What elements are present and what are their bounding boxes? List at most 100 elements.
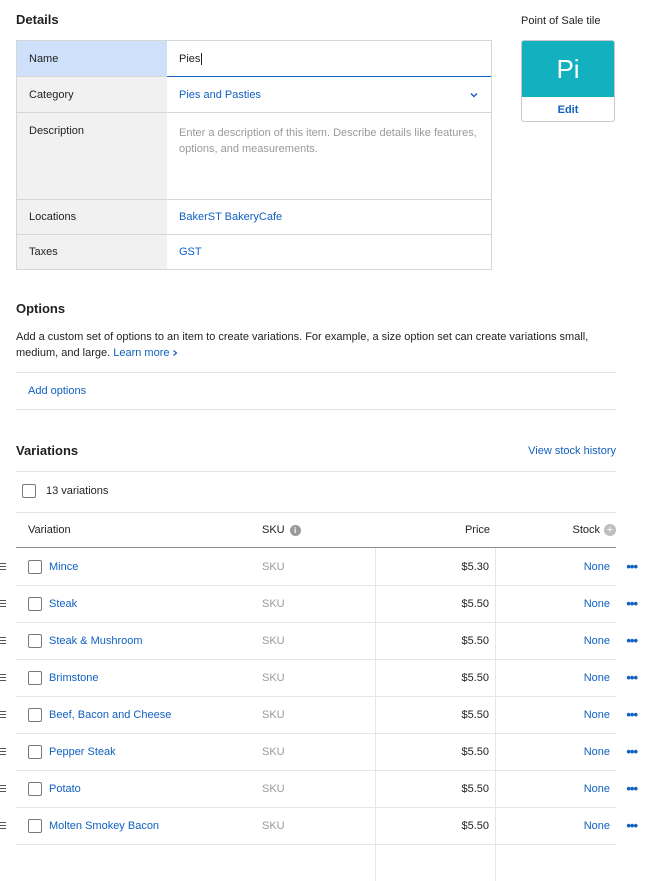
name-row: Name Pies [17,41,491,77]
variation-cell: Steak & Mushroom [16,622,256,659]
variation-name[interactable]: Beef, Bacon and Cheese [49,709,171,721]
options-description-text: Add a custom set of options to an item t… [16,331,589,359]
drag-handle-icon[interactable] [0,711,6,718]
name-value: Pies [179,52,201,65]
category-row[interactable]: Category Pies and Pasties [17,77,491,113]
more-options-icon[interactable]: ••• [626,596,638,611]
options-description: Add a custom set of options to an item t… [16,329,606,361]
drag-handle-icon[interactable] [0,785,6,792]
description-input[interactable]: Enter a description of this item. Descri… [167,113,491,199]
name-input[interactable]: Pies [167,41,491,77]
variation-name[interactable]: Molten Smokey Bacon [49,820,159,832]
add-stock-plus-icon[interactable]: + [604,524,616,536]
learn-more-label: Learn more [113,347,170,359]
more-options-icon[interactable]: ••• [626,559,638,574]
details-table: Name Pies Category Pies and Pasties Desc… [16,40,492,270]
stock-value[interactable]: None [496,548,616,585]
locations-label: Locations [17,200,167,234]
stock-value[interactable]: None [496,696,616,733]
variation-cell: Beef, Bacon and Cheese [16,696,256,733]
sku-input[interactable]: SKU [256,733,376,770]
column-sku: SKU i [256,524,376,536]
sku-input[interactable]: SKU [256,696,376,733]
drag-handle-icon[interactable] [0,822,6,829]
drag-handle-icon[interactable] [0,563,6,570]
taxes-row[interactable]: Taxes GST [17,235,491,270]
stock-value[interactable]: None [496,585,616,622]
taxes-label: Taxes [17,235,167,269]
price-input[interactable]: $5.50 [376,659,496,696]
chevron-down-icon [470,92,478,97]
table-row: Pepper Steak SKU $5.50 None ••• [0,733,638,771]
stock-value[interactable]: None [496,733,616,770]
name-label: Name [17,41,167,76]
variation-name[interactable]: Pepper Steak [49,746,116,758]
price-input[interactable]: $5.50 [376,733,496,770]
stock-value[interactable]: None [496,807,616,844]
price-input[interactable]: $5.50 [376,807,496,844]
variation-cell: Steak [16,585,256,622]
category-select[interactable]: Pies and Pasties [167,77,491,112]
column-stock: Stock + [496,524,616,536]
row-checkbox[interactable] [28,818,42,833]
drag-handle-icon[interactable] [0,748,6,755]
column-stock-label: Stock [572,524,600,536]
sku-input[interactable]: SKU [256,659,376,696]
drag-handle-icon[interactable] [0,674,6,681]
more-options-icon[interactable]: ••• [626,707,638,722]
row-checkbox[interactable] [28,744,42,759]
variation-cell: Molten Smokey Bacon [16,807,256,844]
price-input[interactable]: $5.50 [376,622,496,659]
learn-more-link[interactable]: Learn more [113,347,178,359]
row-checkbox[interactable] [28,670,42,685]
more-options-icon[interactable]: ••• [626,633,638,648]
table-row: Mince SKU $5.30 None ••• [0,548,638,586]
table-row: Brimstone SKU $5.50 None ••• [0,659,638,697]
row-checkbox[interactable] [28,633,42,648]
locations-value[interactable]: BakerST BakeryCafe [167,200,491,234]
locations-row[interactable]: Locations BakerST BakeryCafe [17,200,491,235]
pos-tile: Pi Edit [521,40,615,122]
variation-name[interactable]: Steak & Mushroom [49,635,143,647]
stock-value[interactable]: None [496,622,616,659]
drag-handle-icon[interactable] [0,637,6,644]
row-checkbox[interactable] [28,596,42,611]
sku-input[interactable]: SKU [256,770,376,807]
price-input[interactable]: $5.50 [376,585,496,622]
variation-name[interactable]: Steak [49,598,77,610]
more-options-icon[interactable]: ••• [626,670,638,685]
variation-cell: Mince [16,548,256,585]
variations-divider [16,471,616,472]
pos-tile-edit-button[interactable]: Edit [522,97,614,121]
variation-name[interactable]: Potato [49,783,81,795]
sku-input[interactable]: SKU [256,585,376,622]
sku-input[interactable]: SKU [256,807,376,844]
column-sku-label: SKU [262,524,285,536]
price-input[interactable]: $5.50 [376,770,496,807]
info-icon[interactable]: i [289,524,301,536]
stock-value[interactable]: None [496,770,616,807]
select-all-checkbox[interactable] [22,484,36,498]
variation-cell: Potato [16,770,256,807]
more-options-icon[interactable]: ••• [626,744,638,759]
sku-input[interactable]: SKU [256,548,376,585]
variation-count: 13 variations [46,485,109,497]
variation-cell: Pepper Steak [16,733,256,770]
row-checkbox[interactable] [28,707,42,722]
price-input[interactable]: $5.30 [376,548,496,585]
view-stock-history-link[interactable]: View stock history [528,445,616,457]
options-heading: Options [16,301,66,316]
more-options-icon[interactable]: ••• [626,818,638,833]
stock-value[interactable]: None [496,659,616,696]
drag-handle-icon[interactable] [0,600,6,607]
sku-input[interactable]: SKU [256,622,376,659]
row-checkbox[interactable] [28,559,42,574]
chevron-right-icon [172,350,177,357]
more-options-icon[interactable]: ••• [626,781,638,796]
taxes-value[interactable]: GST [167,235,491,269]
variation-name[interactable]: Brimstone [49,672,99,684]
variation-name[interactable]: Mince [49,561,78,573]
add-options-button[interactable]: Add options [28,385,86,397]
row-checkbox[interactable] [28,781,42,796]
price-input[interactable]: $5.50 [376,696,496,733]
